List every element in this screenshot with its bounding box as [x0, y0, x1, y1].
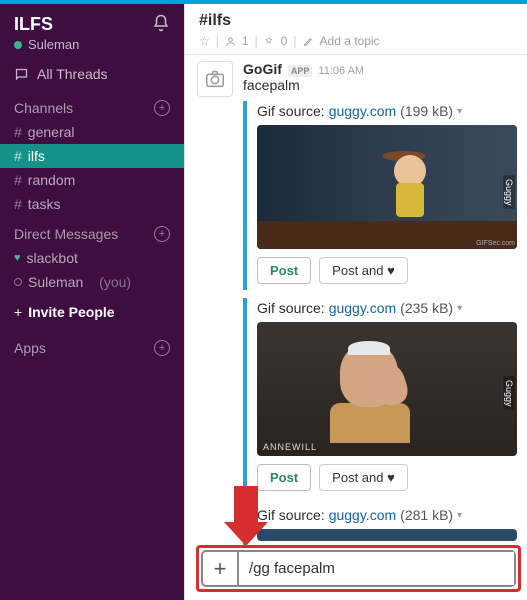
sidebar: ILFS Suleman All Threads Channels + # gen… — [0, 4, 184, 600]
annotation-highlight-box: + — [196, 545, 521, 592]
source-link[interactable]: guggy.com — [329, 103, 396, 119]
compose-box: + — [201, 550, 516, 587]
heart-icon: ♥ — [14, 252, 21, 264]
pencil-icon — [303, 36, 314, 47]
timestamp[interactable]: 11:06 AM — [318, 65, 364, 77]
sidebar-channel-ilfs[interactable]: # ilfs — [0, 144, 184, 168]
attachment-1: Gif source: guggy.com (199 kB) ▾ Guggy G… — [243, 101, 517, 290]
dm-label: Direct Messages — [14, 226, 118, 242]
pins-count[interactable]: 0 — [281, 34, 288, 48]
app-badge: APP — [288, 65, 313, 77]
watermark: Guggy — [503, 376, 515, 411]
gif-preview[interactable] — [257, 529, 517, 541]
channels-label: Channels — [14, 100, 73, 116]
add-dm-icon[interactable]: + — [154, 226, 170, 242]
sidebar-dm-slackbot[interactable]: ♥ slackbot — [0, 246, 184, 270]
source-label: Gif source: — [257, 300, 325, 316]
invite-label: Invite People — [28, 304, 114, 320]
star-icon[interactable]: ☆ — [199, 34, 210, 48]
message-text: facepalm — [243, 77, 517, 93]
add-app-icon[interactable]: + — [154, 340, 170, 356]
all-threads-label: All Threads — [37, 66, 108, 82]
camera-icon — [204, 68, 226, 90]
gif-preview[interactable]: Guggy ANNEWILL — [257, 322, 517, 456]
post-and-love-button[interactable]: Post and ♥ — [319, 464, 408, 491]
hash-icon: # — [14, 172, 22, 188]
source-label: Gif source: — [257, 103, 325, 119]
channel-label: general — [28, 124, 75, 140]
invite-people-link[interactable]: + Invite People — [0, 294, 184, 330]
threads-icon — [14, 67, 29, 82]
channel-label: random — [28, 172, 75, 188]
corner-credit: GIFSec.com — [476, 240, 515, 247]
post-button[interactable]: Post — [257, 257, 311, 284]
bot-avatar[interactable] — [197, 61, 233, 97]
apps-label: Apps — [14, 340, 46, 356]
bell-icon[interactable] — [152, 14, 170, 32]
show-title: ANNEWILL — [263, 442, 317, 452]
add-channel-icon[interactable]: + — [154, 100, 170, 116]
presence-dot-icon — [14, 278, 22, 286]
channel-label: ilfs — [28, 148, 45, 164]
dm-section-header[interactable]: Direct Messages + — [0, 216, 184, 246]
file-size: (281 kB) — [400, 507, 453, 523]
message-row: GoGif APP 11:06 AM facepalm Gif source: … — [197, 61, 517, 547]
workspace-name: ILFS — [14, 14, 79, 35]
apps-section-header[interactable]: Apps + — [0, 330, 184, 360]
sender-name[interactable]: GoGif — [243, 61, 282, 77]
attachment-2: Gif source: guggy.com (235 kB) ▾ Guggy A… — [243, 298, 517, 497]
sidebar-dm-self[interactable]: Suleman (you) — [0, 270, 184, 294]
pin-icon[interactable] — [264, 36, 275, 47]
channels-section-header[interactable]: Channels + — [0, 90, 184, 120]
file-size: (199 kB) — [400, 103, 453, 119]
plus-icon: + — [14, 304, 22, 320]
source-link[interactable]: guggy.com — [329, 507, 396, 523]
gif-preview[interactable]: Guggy GIFSec.com — [257, 125, 517, 249]
attachment-3: Gif source: guggy.com (281 kB) ▾ — [243, 505, 517, 547]
presence-dot-icon — [14, 41, 22, 49]
channel-label: tasks — [28, 196, 61, 212]
sidebar-channel-random[interactable]: # random — [0, 168, 184, 192]
message-input[interactable] — [239, 552, 514, 585]
sidebar-channel-tasks[interactable]: # tasks — [0, 192, 184, 216]
channel-sub: ☆| 1| 0| Add a topic — [199, 34, 513, 48]
hash-icon: # — [14, 196, 22, 212]
add-topic-link[interactable]: Add a topic — [320, 34, 380, 48]
sidebar-channel-general[interactable]: # general — [0, 120, 184, 144]
post-and-love-button[interactable]: Post and ♥ — [319, 257, 408, 284]
all-threads-link[interactable]: All Threads — [0, 58, 184, 90]
channel-header: #ilfs ☆| 1| 0| Add a topic — [185, 4, 527, 55]
dm-label: Suleman — [28, 274, 83, 290]
current-user-name: Suleman — [28, 37, 79, 52]
source-link[interactable]: guggy.com — [329, 300, 396, 316]
current-user-row: Suleman — [14, 37, 79, 52]
hash-icon: # — [14, 124, 22, 140]
members-icon[interactable] — [225, 36, 236, 47]
channel-title[interactable]: #ilfs — [199, 12, 513, 30]
dm-label: slackbot — [27, 250, 78, 266]
workspace-header[interactable]: ILFS Suleman — [0, 4, 184, 58]
annotation-arrow-icon — [224, 486, 268, 546]
message-body: GoGif APP 11:06 AM facepalm Gif source: … — [243, 61, 517, 547]
hash-icon: # — [14, 148, 22, 164]
caret-down-icon[interactable]: ▾ — [457, 106, 462, 117]
members-count[interactable]: 1 — [242, 34, 249, 48]
attach-button[interactable]: + — [203, 552, 239, 585]
file-size: (235 kB) — [400, 300, 453, 316]
caret-down-icon[interactable]: ▾ — [457, 510, 462, 521]
caret-down-icon[interactable]: ▾ — [457, 303, 462, 314]
watermark: Guggy — [503, 175, 515, 210]
you-suffix: (you) — [99, 274, 131, 290]
